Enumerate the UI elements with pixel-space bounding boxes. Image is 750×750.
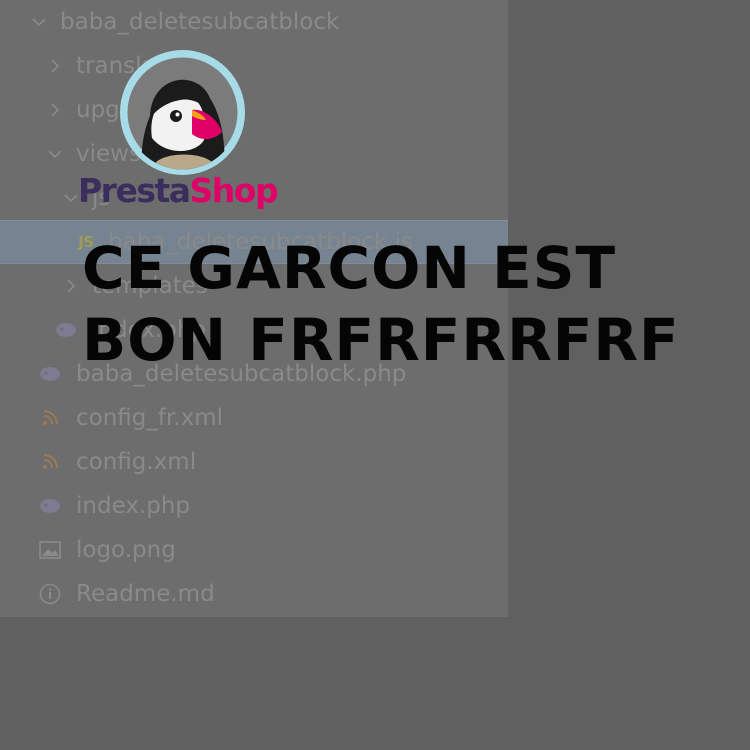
- tree-item-label: config_fr.xml: [76, 405, 224, 431]
- xml-file-icon: [38, 406, 62, 430]
- tree-item-readme-md[interactable]: Readme.md: [0, 573, 546, 615]
- tree-item-root-index-php[interactable]: index.php: [0, 485, 546, 527]
- tree-item-label: Readme.md: [76, 581, 215, 607]
- info-file-icon: [38, 582, 62, 606]
- tree-item-label: baba_deletesubcatblock: [60, 9, 340, 35]
- tree-item-logo-png[interactable]: logo.png: [0, 529, 546, 571]
- puffin-logo-icon: [120, 50, 245, 175]
- php-file-icon: [38, 362, 62, 386]
- headline-line-1: CE GARCON EST: [82, 234, 617, 302]
- tree-item-label: logo.png: [76, 537, 176, 563]
- xml-file-icon: [38, 450, 62, 474]
- prestashop-logo: PrestaShop: [78, 50, 290, 220]
- prestashop-wordmark: PrestaShop: [78, 171, 279, 210]
- tree-item-root-folder[interactable]: baba_deletesubcatblock: [0, 1, 538, 43]
- chevron-right-icon[interactable]: [62, 277, 80, 295]
- tree-item-config-xml[interactable]: config.xml: [0, 441, 546, 483]
- headline-line-2: BON FRFRFRRFRF: [82, 306, 680, 374]
- chevron-right-icon[interactable]: [46, 101, 64, 119]
- tree-item-config-fr-xml[interactable]: config_fr.xml: [0, 397, 546, 439]
- headline-text: CE GARCON EST BON FRFRFRRFRF: [82, 232, 742, 376]
- tree-item-label: index.php: [76, 493, 191, 519]
- php-file-icon: [38, 494, 62, 518]
- tree-item-label: config.xml: [76, 449, 197, 475]
- chevron-right-icon[interactable]: [46, 57, 64, 75]
- logo-text-presta: Presta: [78, 171, 191, 210]
- logo-text-shop: Shop: [189, 171, 279, 210]
- chevron-down-icon[interactable]: [46, 145, 64, 163]
- php-file-icon: [54, 318, 78, 342]
- image-file-icon: [38, 538, 62, 562]
- chevron-down-icon[interactable]: [30, 13, 48, 31]
